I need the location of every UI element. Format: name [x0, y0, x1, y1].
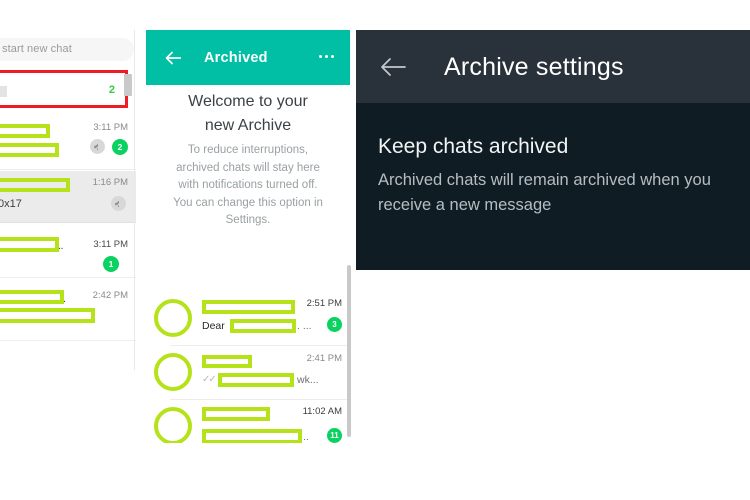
message-preview-prefix: Dear [202, 320, 225, 332]
welcome-body-text: To reduce interruptions, archived chats … [173, 144, 323, 226]
archived-chat-row[interactable]: .. 11:02 AM 11 [146, 400, 350, 443]
chat-list-scrollbar[interactable] [124, 74, 132, 96]
row-timestamp: 3:11 PM [93, 239, 128, 250]
message-preview-redaction [230, 319, 296, 333]
row-timestamp: 3:11 PM [93, 122, 128, 133]
welcome-heading: Welcome to your new Archive [146, 90, 350, 138]
contact-avatar [154, 353, 192, 391]
message-preview-redaction [202, 429, 302, 443]
chat-list-row[interactable]: 3:11 PM 2 [0, 116, 136, 170]
contact-name-redaction [202, 407, 270, 421]
search-bar[interactable]: start new chat [0, 30, 136, 68]
arrow-left-icon[interactable] [162, 47, 184, 69]
message-preview-ellipsis: . [63, 293, 66, 305]
archived-unread-count: 2 [108, 84, 115, 96]
archive-settings-header: Archive settings [356, 30, 750, 103]
contact-name-redaction [0, 290, 64, 304]
contact-name-redaction [202, 355, 252, 368]
message-preview-redaction [218, 373, 294, 387]
chat-list-row[interactable]: 0x17 1:16 PM [0, 171, 136, 223]
unread-badge: 1 [103, 256, 119, 272]
contact-name-redaction [0, 237, 59, 252]
archive-settings-title: Archive settings [444, 53, 624, 81]
message-preview-suffix: . ... [297, 320, 312, 332]
row-timestamp: 2:42 PM [92, 290, 128, 301]
contact-name-redaction [0, 178, 70, 192]
chat-list-panel: start new chat 2 3:11 PM 2 0x17 1:16 PM … [0, 30, 136, 370]
message-preview-text: 0x17 [0, 198, 22, 210]
read-receipt-icon: ✓✓ [202, 374, 217, 385]
screenshot-root: start new chat 2 3:11 PM 2 0x17 1:16 PM … [0, 0, 750, 500]
chat-list-row[interactable]: .. 3:11 PM 1 [0, 223, 136, 278]
message-preview-ellipsis: .. [58, 240, 64, 252]
overflow-menu-icon[interactable] [319, 55, 334, 58]
archived-chat-row[interactable]: Dear . ... 2:51 PM 3 [146, 292, 350, 346]
mute-icon [90, 139, 105, 154]
row-timestamp: 11:02 AM [302, 406, 342, 417]
archived-header: Archived [146, 30, 350, 85]
unread-badge: 11 [327, 428, 342, 443]
keep-chats-archived-description: Archived chats will remain archived when… [378, 171, 711, 214]
archived-label-redaction [0, 86, 7, 97]
contact-name-redaction [0, 124, 50, 138]
row-timestamp: 1:16 PM [92, 177, 128, 188]
row-timestamp: 2:41 PM [306, 353, 342, 364]
archived-list-scrollbar[interactable] [347, 265, 351, 437]
message-preview-suffix: wk... [297, 374, 319, 386]
unread-badge: 3 [327, 317, 342, 332]
archive-settings-panel: Archive settings Keep chats archived Arc… [356, 30, 750, 270]
message-preview-redaction [0, 143, 59, 157]
keep-chats-archived-title[interactable]: Keep chats archived [378, 135, 568, 159]
row-timestamp: 2:51 PM [306, 298, 342, 309]
contact-name-redaction [202, 300, 295, 314]
message-preview-redaction [0, 308, 95, 323]
archived-entry-row[interactable]: 2 [0, 70, 128, 108]
mute-icon [111, 196, 126, 211]
welcome-heading-line2: new Archive [204, 117, 292, 134]
contact-avatar [154, 407, 192, 443]
message-preview-suffix: .. [303, 431, 309, 443]
search-placeholder-text: start new chat [2, 43, 72, 55]
archived-chat-row[interactable]: ✓✓ wk... 2:41 PM [146, 346, 350, 400]
chat-list-divider [134, 30, 135, 370]
archived-panel: Archived Welcome to your new Archive To … [146, 30, 350, 443]
welcome-heading-line1: Welcome to your [188, 93, 308, 110]
contact-avatar [154, 299, 192, 337]
chat-list-row[interactable]: . 2:42 PM [0, 278, 136, 342]
archived-title: Archived [204, 50, 268, 66]
unread-badge: 2 [112, 139, 128, 155]
arrow-left-icon[interactable] [380, 57, 406, 77]
